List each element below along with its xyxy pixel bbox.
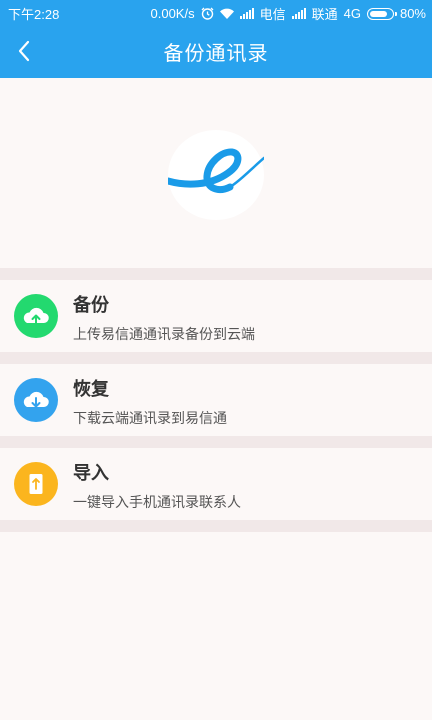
separator — [0, 352, 432, 364]
carrier-2: 联通 — [311, 7, 338, 22]
status-right: 0.00K/s 电信 联通 4G 80% — [151, 4, 427, 23]
separator — [0, 268, 432, 280]
wifi-icon — [219, 8, 234, 19]
import-label: 导入 — [73, 463, 109, 484]
status-bar: 下午2:28 0.00K/s 电信 联通 4G 80% — [0, 0, 432, 24]
network-type: 4G — [343, 6, 361, 21]
e-logo-icon — [164, 148, 266, 193]
restore-item[interactable]: 恢复 下载云端通讯录到易信通 — [0, 364, 432, 436]
battery-icon — [366, 7, 397, 20]
backup-label: 备份 — [73, 295, 109, 316]
app-logo — [164, 130, 266, 220]
cloud-download-icon — [14, 378, 58, 422]
separator — [0, 436, 432, 448]
logo-area — [0, 78, 432, 268]
backup-item[interactable]: 备份 上传易信通通讯录备份到云端 — [0, 280, 432, 352]
cloud-upload-icon — [14, 294, 58, 338]
network-speed: 0.00K/s — [150, 6, 195, 21]
restore-label: 恢复 — [73, 379, 109, 400]
import-item[interactable]: 导入 一键导入手机通讯录联系人 — [0, 448, 432, 520]
import-phone-icon — [14, 462, 58, 506]
page-title: 备份通讯录 — [163, 41, 269, 65]
signal-icon — [239, 8, 254, 19]
backup-description: 上传易信通通讯录备份到云端 — [73, 327, 255, 343]
alarm-icon — [201, 7, 214, 20]
signal-icon — [291, 8, 306, 19]
carrier-1: 电信 — [259, 7, 286, 22]
import-description: 一键导入手机通讯录联系人 — [73, 495, 241, 511]
restore-description: 下载云端通讯录到易信通 — [73, 411, 227, 427]
separator — [0, 520, 432, 532]
battery-level: 80% — [399, 6, 426, 21]
status-time: 下午2:28 — [8, 7, 60, 22]
title-bar: 备份通讯录 — [0, 24, 432, 78]
